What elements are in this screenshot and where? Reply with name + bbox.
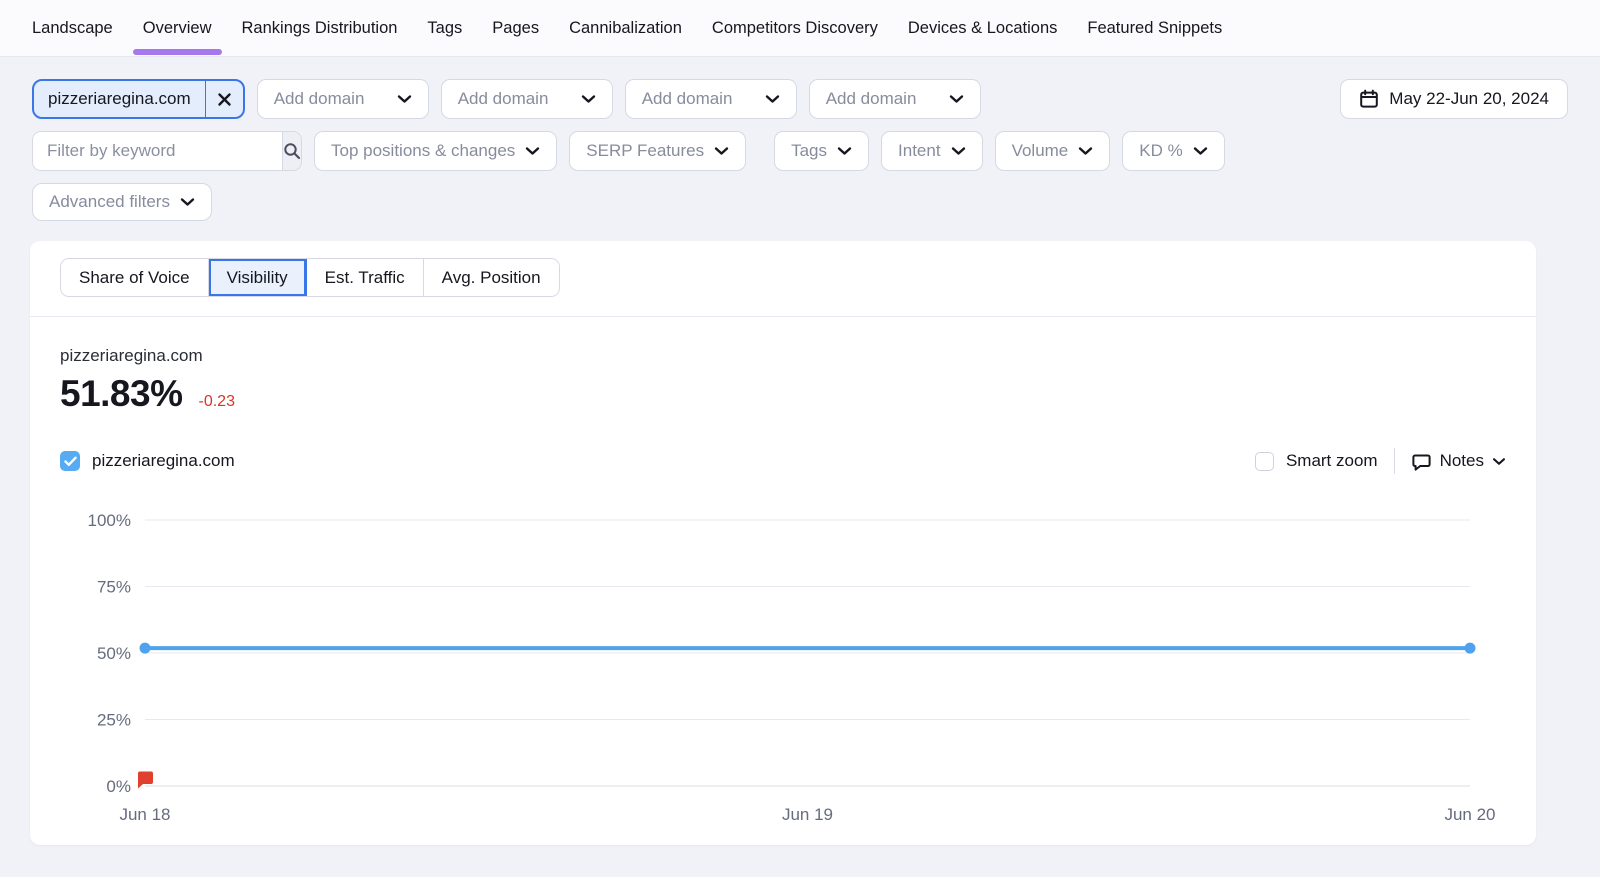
smart-zoom-label: Smart zoom [1286, 451, 1378, 471]
legend-domain-label: pizzeriaregina.com [92, 451, 235, 471]
filter-label: KD % [1139, 141, 1182, 161]
series-endpoint-dot[interactable] [1465, 643, 1476, 654]
date-range-label: May 22-Jun 20, 2024 [1389, 89, 1549, 109]
chevron-down-icon [1078, 146, 1093, 156]
filter-label: Top positions & changes [331, 141, 515, 161]
metric-tab-row: Share of Voice Visibility Est. Traffic A… [30, 241, 1536, 317]
notes-label: Notes [1440, 451, 1484, 471]
chevron-down-icon [949, 94, 964, 104]
chevron-down-icon [397, 94, 412, 104]
filter-intent[interactable]: Intent [881, 131, 983, 171]
add-domain-label: Add domain [458, 89, 549, 109]
chevron-down-icon [525, 146, 540, 156]
keyword-filter [32, 131, 302, 171]
filter-area: pizzeriaregina.com Add domain Add domain… [0, 57, 1600, 221]
metric-summary: pizzeriaregina.com 51.83% -0.23 [30, 317, 1536, 415]
metric-segmented-control: Share of Voice Visibility Est. Traffic A… [60, 258, 560, 297]
x-axis-tick: Jun 18 [119, 805, 170, 824]
metric-value: 51.83% [60, 373, 183, 415]
filter-serp-features[interactable]: SERP Features [569, 131, 746, 171]
chevron-down-icon [765, 94, 780, 104]
notes-button[interactable]: Notes [1411, 451, 1506, 472]
y-axis-tick: 50% [97, 644, 131, 663]
advanced-filters-label: Advanced filters [49, 192, 170, 212]
filter-label: SERP Features [586, 141, 704, 161]
legend-item-domain[interactable]: pizzeriaregina.com [60, 451, 235, 471]
chevron-down-icon [180, 197, 195, 207]
add-domain-label: Add domain [826, 89, 917, 109]
tab-tags[interactable]: Tags [427, 0, 462, 57]
close-icon[interactable] [205, 81, 243, 117]
visibility-line-chart[interactable]: 0% 25% 50% 75% 100% Jun 18 Jun 19 Jun 20 [30, 500, 1536, 830]
checkbox-checked[interactable] [60, 451, 80, 471]
filter-volume[interactable]: Volume [995, 131, 1111, 171]
date-range-button[interactable]: May 22-Jun 20, 2024 [1340, 79, 1568, 119]
filter-label: Tags [791, 141, 827, 161]
search-icon[interactable] [282, 132, 301, 170]
metric-change-badge: -0.23 [199, 393, 235, 411]
filter-label: Volume [1012, 141, 1069, 161]
add-domain-button-3[interactable]: Add domain [625, 79, 797, 119]
tab-overview[interactable]: Overview [143, 0, 212, 57]
selected-domain-chip: pizzeriaregina.com [32, 79, 245, 119]
y-axis-tick: 0% [106, 777, 131, 796]
filter-label: Intent [898, 141, 941, 161]
advanced-filters-row: Advanced filters [32, 183, 1568, 221]
add-domain-label: Add domain [642, 89, 733, 109]
keyword-filters-row: Top positions & changes SERP Features Ta… [32, 131, 1568, 171]
tab-visibility[interactable]: Visibility [209, 259, 307, 296]
chart-tools: Smart zoom Notes [1255, 448, 1506, 474]
tab-landscape[interactable]: Landscape [32, 0, 113, 57]
x-axis-tick: Jun 20 [1444, 805, 1495, 824]
y-axis-tick: 100% [88, 511, 131, 530]
tab-featured-snippets[interactable]: Featured Snippets [1087, 0, 1222, 57]
calendar-icon [1359, 89, 1379, 109]
domains-row: pizzeriaregina.com Add domain Add domain… [32, 79, 1568, 119]
selected-domain-label: pizzeriaregina.com [34, 81, 205, 117]
smart-zoom-toggle[interactable]: Smart zoom [1255, 451, 1378, 471]
filter-tags[interactable]: Tags [774, 131, 869, 171]
chevron-down-icon [1193, 146, 1208, 156]
tab-competitors-discovery[interactable]: Competitors Discovery [712, 0, 878, 57]
chevron-down-icon [581, 94, 596, 104]
x-axis-tick: Jun 19 [782, 805, 833, 824]
chart-controls-row: pizzeriaregina.com Smart zoom Notes [30, 448, 1536, 474]
chevron-down-icon [714, 146, 729, 156]
visibility-card: Share of Voice Visibility Est. Traffic A… [30, 241, 1536, 845]
filter-top-positions[interactable]: Top positions & changes [314, 131, 557, 171]
top-navigation: Landscape Overview Rankings Distribution… [0, 0, 1600, 57]
tab-share-of-voice[interactable]: Share of Voice [61, 259, 209, 296]
tab-pages[interactable]: Pages [492, 0, 539, 57]
tab-avg-position[interactable]: Avg. Position [424, 259, 559, 296]
advanced-filters-button[interactable]: Advanced filters [32, 183, 212, 221]
check-icon [64, 456, 77, 467]
keyword-filter-input[interactable] [33, 132, 282, 170]
y-axis-tick: 75% [97, 578, 131, 597]
checkbox-unchecked[interactable] [1255, 452, 1274, 471]
notes-icon [1411, 451, 1432, 472]
add-domain-button-2[interactable]: Add domain [441, 79, 613, 119]
y-axis-tick: 25% [97, 711, 131, 730]
tab-rankings-distribution[interactable]: Rankings Distribution [242, 0, 398, 57]
add-domain-button-4[interactable]: Add domain [809, 79, 981, 119]
chevron-down-icon [1492, 457, 1506, 466]
add-domain-button-1[interactable]: Add domain [257, 79, 429, 119]
vertical-divider [1394, 448, 1395, 474]
series-endpoint-dot[interactable] [140, 643, 151, 654]
filter-kd[interactable]: KD % [1122, 131, 1224, 171]
chevron-down-icon [837, 146, 852, 156]
tab-cannibalization[interactable]: Cannibalization [569, 0, 682, 57]
chevron-down-icon [951, 146, 966, 156]
tab-est-traffic[interactable]: Est. Traffic [307, 259, 424, 296]
add-domain-label: Add domain [274, 89, 365, 109]
tab-devices-locations[interactable]: Devices & Locations [908, 0, 1058, 57]
metric-domain-label: pizzeriaregina.com [60, 346, 1506, 366]
